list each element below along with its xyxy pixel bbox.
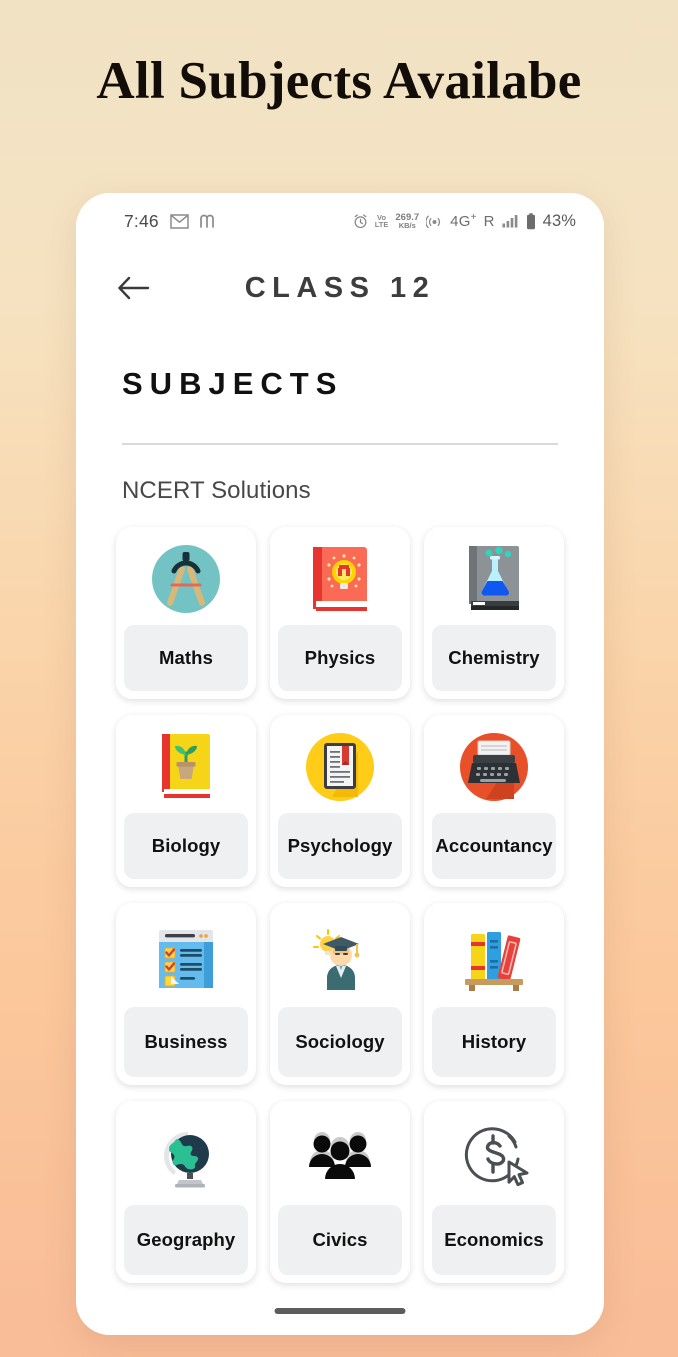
subject-card-chemistry[interactable]: Chemistry	[424, 527, 564, 699]
network-type-text: 4G	[450, 213, 471, 230]
subject-label-box: Business	[124, 1007, 248, 1077]
battery-icon	[526, 212, 536, 230]
subject-label-box: History	[432, 1007, 556, 1077]
typewriter-icon	[424, 715, 564, 819]
network-speed-unit: KB/s	[398, 221, 416, 230]
subject-card-accountancy[interactable]: Accountancy	[424, 715, 564, 887]
network-type-plus: +	[470, 212, 477, 223]
subject-label: Geography	[136, 1229, 236, 1250]
network-type-label: 4G+	[450, 212, 476, 230]
app-bar: CLASS 12	[76, 249, 604, 327]
subject-label-box: Psychology	[278, 813, 402, 879]
subject-card-business[interactable]: Business	[116, 903, 256, 1085]
subject-card-biology[interactable]: Biology	[116, 715, 256, 887]
volte-icon: Vo LTE	[374, 214, 389, 229]
status-time: 7:46	[124, 210, 159, 231]
subject-label: Physics	[304, 647, 376, 668]
subject-label-box: Geography	[124, 1205, 248, 1275]
subject-label-box: Sociology	[278, 1007, 402, 1077]
heading-divider	[122, 443, 558, 445]
subject-label-box: Maths	[124, 625, 248, 691]
subject-label-box: Accountancy	[432, 813, 556, 879]
phone-screen: 7:46 Vo LTE 269.7 KB/s 4G+ R 43% CLASS 1…	[76, 193, 604, 1335]
status-bar-left: 7:46	[124, 211, 218, 232]
subject-card-civics[interactable]: Civics	[270, 1101, 410, 1283]
subject-label: Business	[144, 1031, 228, 1052]
subject-card-physics[interactable]: Physics	[270, 527, 410, 699]
roaming-indicator: R	[483, 212, 495, 230]
bookshelf-icon	[424, 903, 564, 1015]
subject-label: History	[461, 1031, 527, 1052]
status-bar: 7:46 Vo LTE 269.7 KB/s 4G+ R 43%	[76, 193, 604, 249]
dollar-coin-cursor-icon	[424, 1101, 564, 1213]
subject-card-maths[interactable]: Maths	[116, 527, 256, 699]
biology-book-plant-icon	[116, 715, 256, 819]
subject-card-economics[interactable]: Economics	[424, 1101, 564, 1283]
phone-frame: 7:46 Vo LTE 269.7 KB/s 4G+ R 43% CLASS 1…	[76, 193, 604, 1335]
chemistry-book-flask-icon	[424, 527, 564, 631]
subject-label: Maths	[159, 647, 213, 668]
status-bar-right: Vo LTE 269.7 KB/s 4G+ R 43%	[353, 212, 576, 231]
compass-icon	[116, 527, 256, 631]
subject-label: Psychology	[287, 835, 393, 856]
home-indicator[interactable]	[274, 1308, 406, 1314]
subject-card-sociology[interactable]: Sociology	[270, 903, 410, 1085]
battery-percent: 43%	[542, 211, 576, 230]
subject-label-box: Chemistry	[432, 625, 556, 691]
subject-label: Economics	[444, 1229, 544, 1250]
subject-label-box: Economics	[432, 1205, 556, 1275]
open-book-bookmark-icon	[270, 715, 410, 819]
back-arrow-icon	[117, 275, 151, 301]
m-app-icon	[200, 214, 218, 228]
subject-label-box: Biology	[124, 813, 248, 879]
subjects-grid: Maths Physics Chemistry Biology Psycholo…	[76, 527, 604, 1283]
gmail-icon	[170, 213, 189, 229]
checklist-document-icon	[116, 903, 256, 1015]
globe-icon	[116, 1101, 256, 1213]
subject-label: Civics	[312, 1229, 368, 1250]
subject-label: Biology	[151, 835, 221, 856]
signal-bars-icon	[502, 214, 519, 228]
network-speed-indicator: 269.7 KB/s	[395, 212, 419, 230]
people-group-icon	[270, 1101, 410, 1213]
page-title: All Subjects Availabe	[96, 52, 582, 110]
alarm-icon	[353, 213, 368, 229]
graduate-lightbulb-icon	[270, 903, 410, 1015]
subject-label-box: Civics	[278, 1205, 402, 1275]
volte-line2: LTE	[374, 220, 389, 229]
subject-card-psychology[interactable]: Psychology	[270, 715, 410, 887]
subject-label-box: Physics	[278, 625, 402, 691]
back-button[interactable]	[106, 260, 162, 316]
subject-card-geography[interactable]: Geography	[116, 1101, 256, 1283]
subject-label: Accountancy	[435, 835, 553, 856]
subject-card-history[interactable]: History	[424, 903, 564, 1085]
hotspot-icon	[426, 214, 443, 228]
page-content: SUBJECTS NCERT Solutions Maths Physics C…	[76, 327, 604, 1335]
subject-label: Sociology	[295, 1031, 385, 1052]
physics-book-lightbulb-icon	[270, 527, 410, 631]
subject-label: Chemistry	[448, 647, 540, 668]
subjects-heading: SUBJECTS	[122, 366, 344, 401]
group-label-ncert: NCERT Solutions	[122, 477, 311, 504]
